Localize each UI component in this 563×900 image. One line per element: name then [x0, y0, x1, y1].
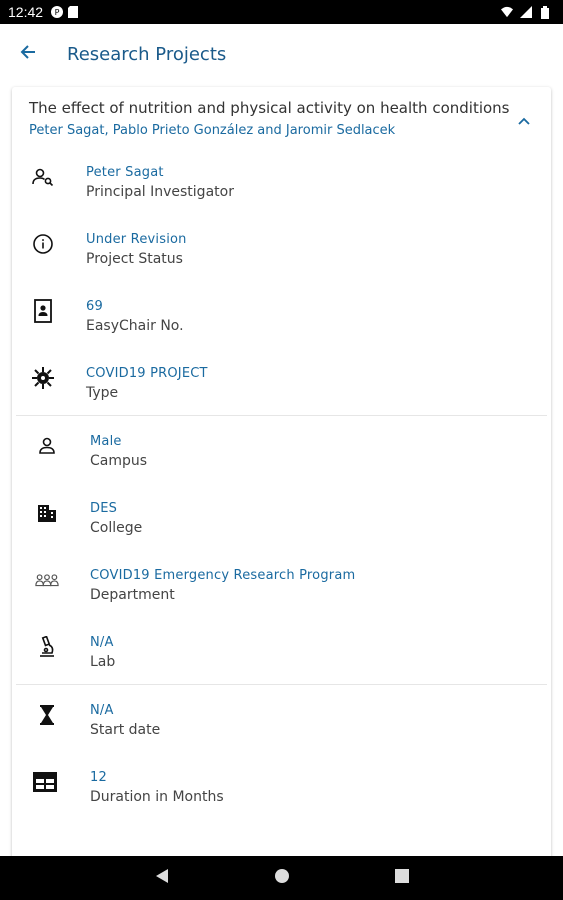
virus-icon — [31, 366, 55, 390]
department-value: COVID19 Emergency Research Program — [90, 568, 356, 583]
nav-home-icon — [274, 868, 290, 889]
nav-home-button[interactable] — [222, 856, 342, 900]
college-label: College — [90, 520, 143, 536]
type-label: Type — [86, 385, 119, 401]
project-authors: Peter Sagat, Pablo Prieto González and J… — [29, 123, 396, 138]
person-search-icon — [31, 165, 55, 189]
notification-p-icon: P — [51, 6, 64, 18]
detail-row-easychair: 69 EasyChair No. — [31, 281, 547, 348]
chevron-up-icon[interactable] — [517, 113, 533, 125]
nav-back-button[interactable] — [102, 856, 222, 900]
detail-row-lab: N/A Lab — [35, 617, 547, 684]
person-icon — [35, 434, 59, 458]
start-date-value: N/A — [90, 703, 114, 718]
campus-label: Campus — [90, 453, 148, 469]
organization-section: Male Campus DES College COVID19 Emergenc… — [16, 416, 547, 685]
duration-value: 12 — [90, 770, 107, 785]
nav-recents-icon — [394, 868, 409, 888]
project-overview-section: Peter Sagat Principal Investigator Under… — [16, 147, 547, 416]
principal-investigator-value: Peter Sagat — [86, 165, 164, 180]
nav-back-icon — [155, 868, 169, 889]
battery-icon — [539, 5, 551, 19]
college-value: DES — [90, 501, 118, 516]
easychair-number-label: EasyChair No. — [86, 318, 184, 334]
department-label: Department — [90, 587, 175, 603]
badge-icon — [31, 299, 55, 323]
back-button[interactable] — [0, 26, 56, 82]
type-value: COVID19 PROJECT — [86, 366, 208, 381]
project-title: The effect of nutrition and physical act… — [29, 99, 510, 117]
detail-row-principal-investigator: Peter Sagat Principal Investigator — [31, 147, 547, 214]
principal-investigator-label: Principal Investigator — [86, 184, 234, 200]
status-bar: 12:42 P — [0, 0, 563, 24]
easychair-number-value: 69 — [86, 299, 103, 314]
project-card: The effect of nutrition and physical act… — [12, 87, 551, 877]
page-title: Research Projects — [67, 43, 227, 65]
wifi-icon — [501, 6, 513, 18]
info-icon — [31, 232, 55, 256]
system-nav-bar — [0, 856, 563, 900]
microscope-icon — [35, 635, 59, 659]
detail-row-department: COVID19 Emergency Research Program Depar… — [35, 550, 547, 617]
project-status-label: Project Status — [86, 251, 183, 267]
nav-recents-button[interactable] — [342, 856, 462, 900]
detail-row-duration: 12 Duration in Months — [33, 752, 547, 819]
table-icon — [31, 770, 59, 794]
sd-card-icon — [67, 6, 79, 18]
project-status-value: Under Revision — [86, 232, 187, 247]
detail-row-college: DES College — [35, 483, 547, 550]
lab-label: Lab — [90, 654, 116, 670]
building-icon — [35, 501, 59, 525]
detail-row-type: COVID19 PROJECT Type — [31, 348, 547, 415]
detail-row-campus: Male Campus — [35, 416, 547, 483]
arrow-left-icon — [20, 44, 36, 65]
group-icon — [35, 568, 59, 592]
detail-row-project-status: Under Revision Project Status — [31, 214, 547, 281]
timeline-section: N/A Start date 12 Duration in Months — [16, 685, 547, 819]
detail-row-start-date: N/A Start date — [35, 685, 547, 752]
campus-value: Male — [90, 434, 122, 449]
start-date-label: Start date — [90, 722, 161, 738]
lab-value: N/A — [90, 635, 114, 650]
svg-text:P: P — [55, 8, 60, 17]
hourglass-icon — [35, 703, 59, 727]
duration-label: Duration in Months — [90, 789, 224, 805]
signal-icon — [520, 6, 532, 18]
app-bar: Research Projects — [0, 24, 563, 84]
project-card-header[interactable]: The effect of nutrition and physical act… — [12, 87, 551, 147]
status-time: 12:42 — [8, 4, 44, 20]
